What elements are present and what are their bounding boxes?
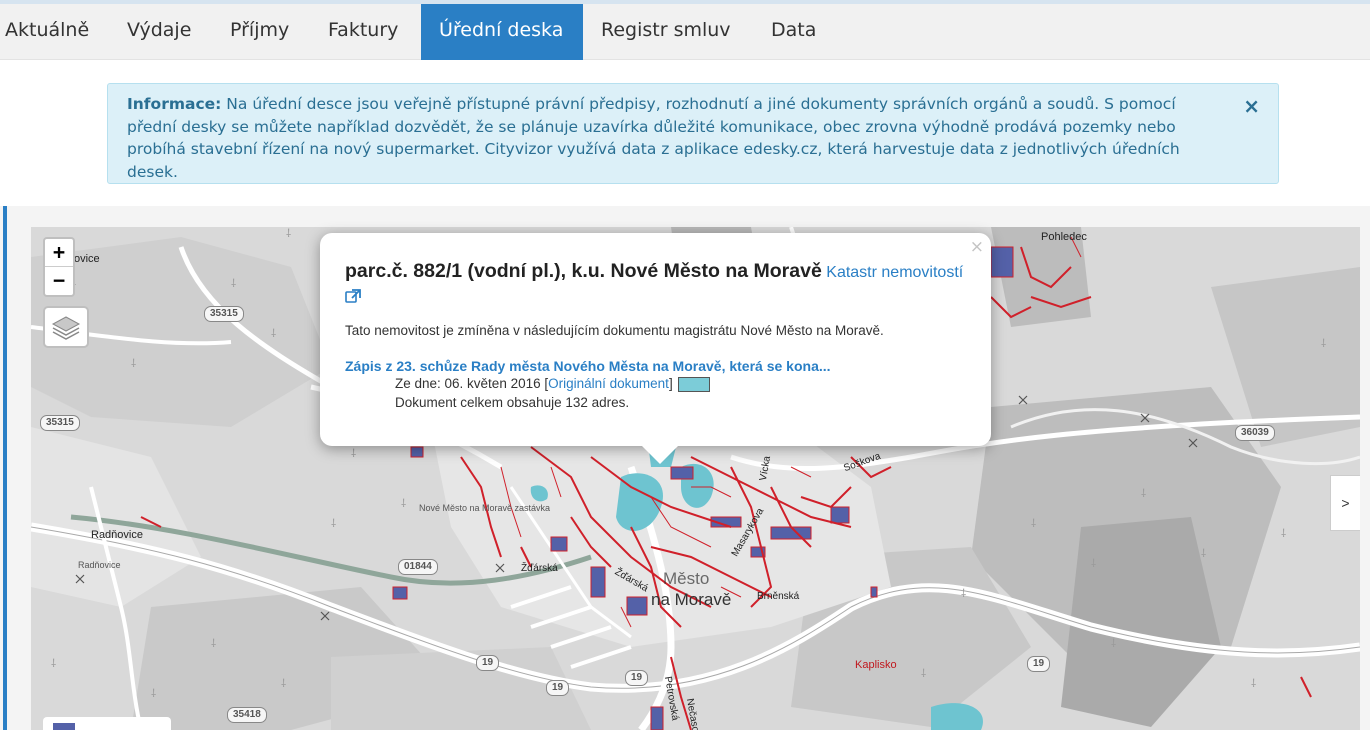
svg-text:⸸: ⸸	[921, 667, 926, 680]
road-shield-36039: 36039	[1235, 425, 1275, 441]
popup-header: parc.č. 882/1 (vodní pl.), k.u. Nové Měs…	[345, 259, 965, 310]
layers-button[interactable]	[43, 306, 89, 348]
svg-text:⸸: ⸸	[271, 327, 276, 340]
nav-item-registr-smluv[interactable]: Registr smluv	[591, 4, 741, 60]
road-shield-19: 19	[546, 680, 570, 696]
document-link[interactable]: Zápis z 23. schůze Rady města Nového Měs…	[345, 358, 965, 374]
svg-text:⸸: ⸸	[51, 657, 56, 670]
svg-text:⸸: ⸸	[211, 637, 216, 650]
info-alert: Informace: Na úřední desce jsou veřejně …	[107, 83, 1279, 184]
svg-text:⸸: ⸸	[1091, 557, 1096, 570]
map-label-radnovice-small: Radňovice	[78, 560, 121, 570]
map-label-pohledec: Pohledec	[1041, 231, 1087, 243]
document-color-swatch	[678, 376, 711, 392]
popup-intro: Tato nemovitost je zmíněna v následující…	[345, 323, 884, 338]
external-link-icon	[345, 289, 361, 303]
map-label-na-morave: na Moravě	[651, 590, 732, 609]
svg-text:⸸: ⸸	[286, 227, 291, 240]
document-date-prefix: Ze dne: 06. květen 2016 [	[395, 376, 549, 391]
close-icon[interactable]: ×	[1243, 96, 1260, 116]
map-legend	[43, 717, 171, 730]
map-label-zdarska: Žďárská	[521, 563, 558, 574]
map-label-brnenska: Brněnská	[757, 591, 800, 602]
road-shield-19: 19	[476, 655, 500, 671]
popup-tip	[642, 446, 678, 464]
zoom-in-button[interactable]: +	[45, 239, 73, 267]
alert-text: Na úřední desce jsou veřejně přístupné p…	[127, 95, 1180, 181]
svg-text:⸸: ⸸	[401, 497, 406, 510]
zoom-out-button[interactable]: −	[45, 267, 73, 295]
map-label-radnovice: Radňovice	[91, 529, 143, 541]
svg-text:⸸: ⸸	[351, 447, 356, 460]
nav-item-prijmy[interactable]: Příjmy	[220, 4, 299, 60]
nav-item-faktury[interactable]: Faktury	[318, 4, 408, 60]
nav-item-data[interactable]: Data	[761, 4, 826, 60]
svg-text:⸸: ⸸	[1321, 337, 1326, 350]
parcel-popup: × parc.č. 882/1 (vodní pl.), k.u. Nové M…	[320, 233, 991, 464]
nav-item-uredni-deska[interactable]: Úřední deska	[421, 4, 583, 60]
road-shield-35315: 35315	[204, 306, 244, 322]
zoom-control: + −	[43, 237, 75, 297]
svg-text:⸸: ⸸	[151, 687, 156, 700]
document-date-suffix: ]	[668, 376, 673, 391]
svg-text:⸸: ⸸	[961, 587, 966, 600]
road-shield-35418: 35418	[227, 707, 267, 723]
svg-text:⸸: ⸸	[1111, 637, 1116, 650]
svg-text:⸸: ⸸	[1281, 527, 1286, 540]
map-label-nmm-zastavka: Nové Město na Moravě zastávka	[419, 503, 551, 513]
legend-swatch	[53, 723, 75, 730]
original-document-link[interactable]: Originální dokument	[548, 376, 669, 391]
road-shield-01844: 01844	[398, 559, 438, 575]
svg-text:⸸: ⸸	[281, 677, 286, 690]
layers-icon	[51, 316, 81, 340]
popup-title: parc.č. 882/1 (vodní pl.), k.u. Nové Měs…	[345, 260, 822, 282]
road-shield-35315: 35315	[40, 415, 80, 431]
svg-text:⸸: ⸸	[1251, 677, 1256, 690]
nav-item-vydaje[interactable]: Výdaje	[117, 4, 201, 60]
svg-text:⸸: ⸸	[1031, 517, 1036, 530]
svg-text:⸸: ⸸	[1141, 487, 1146, 500]
map-label-mesto: Město	[663, 569, 710, 588]
close-icon[interactable]: ×	[970, 237, 984, 257]
svg-text:⸸: ⸸	[1201, 547, 1206, 560]
svg-text:⸸: ⸸	[331, 517, 336, 530]
svg-text:⸸: ⸸	[231, 277, 236, 290]
panel-toggle-button[interactable]: >	[1330, 475, 1360, 531]
svg-text:⸸: ⸸	[131, 357, 136, 370]
katastr-link-label: Katastr nemovitostí	[826, 264, 964, 281]
road-shield-19: 19	[1027, 656, 1051, 672]
map-label-kaplisko: Kaplisko	[855, 659, 897, 671]
document-count: Dokument celkem obsahuje 132 adres.	[395, 395, 630, 410]
document-date: Ze dne: 06. květen 2016 [Originální doku…	[395, 374, 965, 393]
alert-lead: Informace:	[127, 95, 222, 113]
main-nav: Aktuálně Výdaje Příjmy Faktury Úřední de…	[0, 4, 1370, 60]
nav-item-aktualne[interactable]: Aktuálně	[0, 4, 99, 60]
road-shield-19: 19	[625, 670, 649, 686]
section-accent-bar	[3, 206, 7, 730]
map-label-novice: ovice	[74, 253, 100, 265]
